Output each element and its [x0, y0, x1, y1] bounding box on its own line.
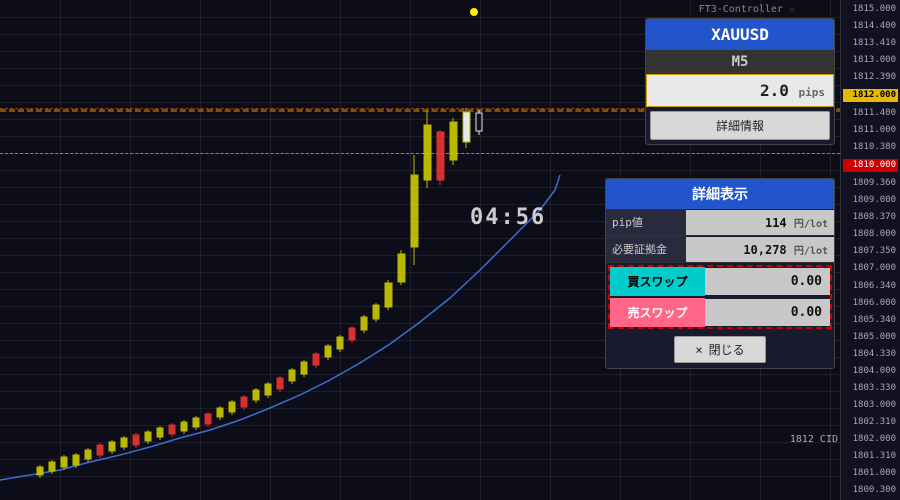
price-tick: 1803.000 — [843, 400, 898, 411]
sell-swap-label: 売スワップ — [610, 298, 705, 327]
pip-row: pip値 114 円/lot — [606, 209, 834, 236]
buy-swap-value: 0.00 — [705, 268, 830, 295]
price-tick: 1808.370 — [843, 212, 898, 223]
price-tick: 1809.360 — [843, 178, 898, 189]
ft3-controller-label: FT3-Controller ☆ — [699, 4, 795, 15]
price-tick: 1802.310 — [843, 417, 898, 428]
price-tick-red: 1810.000 — [843, 159, 898, 172]
price-tick: 1810.380 — [843, 142, 898, 153]
price-tick-gold: 1812.000 — [843, 89, 898, 102]
detail-info-button[interactable]: 詳細情報 — [650, 111, 830, 140]
price-axis: 1815.000 1814.400 1813.410 1813.000 1812… — [840, 0, 900, 500]
price-tick: 1801.310 — [843, 451, 898, 462]
timeframe-display: M5 — [646, 50, 834, 74]
price-tick: 1806.000 — [843, 298, 898, 309]
margin-value: 10,278 円/lot — [686, 237, 834, 262]
symbol-display: XAUUSD — [646, 19, 834, 50]
price-tick: 1808.000 — [843, 229, 898, 240]
price-tick: 1807.350 — [843, 246, 898, 257]
swap-section: 買スワップ 0.00 売スワップ 0.00 — [608, 265, 832, 329]
price-tick: 1805.000 — [843, 332, 898, 343]
close-x: × — [695, 343, 702, 357]
price-tick: 1813.000 — [843, 55, 898, 66]
price-tick: 1814.400 — [843, 21, 898, 32]
sell-swap-value: 0.00 — [705, 299, 830, 326]
pip-label: pip値 — [606, 209, 686, 235]
price-tick: 1811.400 — [843, 108, 898, 119]
margin-row: 必要証拠金 10,278 円/lot — [606, 236, 834, 263]
close-button[interactable]: × 閉じる — [674, 336, 765, 363]
pip-value: 114 円/lot — [686, 210, 834, 235]
pips-display: 2.0 pips — [646, 74, 834, 107]
price-tick: 1801.000 — [843, 468, 898, 479]
price-tick: 1815.000 — [843, 4, 898, 15]
price-tick: 1806.340 — [843, 281, 898, 292]
pips-value: 2.0 — [760, 81, 789, 100]
buy-swap-row: 買スワップ 0.00 — [610, 267, 830, 296]
margin-label: 必要証拠金 — [606, 236, 686, 262]
detail-panel-header: 詳細表示 — [606, 179, 834, 209]
close-button-area[interactable]: × 閉じる — [606, 331, 834, 368]
time-display: 04:56 — [470, 205, 546, 230]
price-tick: 1809.000 — [843, 195, 898, 206]
price-tick: 1805.340 — [843, 315, 898, 326]
price-tick: 1807.000 — [843, 263, 898, 274]
main-panel: XAUUSD M5 2.0 pips 詳細情報 — [645, 18, 835, 145]
buy-swap-label: 買スワップ — [610, 267, 705, 296]
top-price-marker — [470, 8, 478, 16]
sell-swap-row: 売スワップ 0.00 — [610, 298, 830, 327]
detail-panel: 詳細表示 pip値 114 円/lot 必要証拠金 10,278 円/lot 買… — [605, 178, 835, 369]
cid-label: 1812 CID — [790, 434, 838, 445]
pips-unit: pips — [799, 86, 826, 99]
price-tick: 1800.300 — [843, 485, 898, 496]
price-tick: 1812.390 — [843, 72, 898, 83]
price-tick: 1811.000 — [843, 125, 898, 136]
price-tick: 1803.330 — [843, 383, 898, 394]
close-label: 閉じる — [709, 341, 745, 358]
price-tick: 1813.410 — [843, 38, 898, 49]
price-tick: 1802.000 — [843, 434, 898, 445]
price-tick: 1804.330 — [843, 349, 898, 360]
price-tick: 1804.000 — [843, 366, 898, 377]
